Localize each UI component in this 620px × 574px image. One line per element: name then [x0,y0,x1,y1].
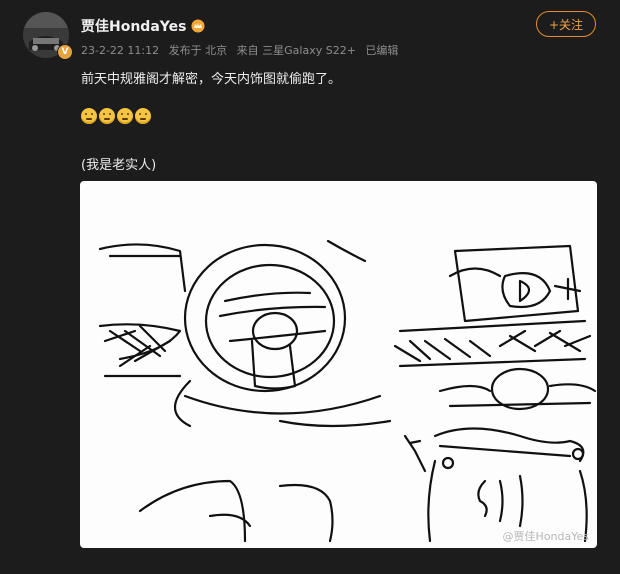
crown-icon [191,19,205,33]
verified-badge-icon: V [57,44,73,60]
post-location: 发布于 北京 [168,44,228,57]
doge-emoji-icon [81,108,97,124]
post-image[interactable]: @贾佳HondaYes [80,181,597,548]
post-text-line1: 前天中规雅阁才解密，今天内饰图就偷跑了。 [81,72,342,87]
post-source: 来自 三星Galaxy S22+ [236,44,356,57]
post-date[interactable]: 23-2-22 11:12 [81,44,159,57]
username-row: 贾佳HondaYes [81,16,205,36]
weibo-post: V 贾佳HondaYes 23-2-22 11:12 发布于 北京 来自 三星G… [0,0,620,574]
doge-emoji-icon [117,108,133,124]
post-meta: 23-2-22 11:12 发布于 北京 来自 三星Galaxy S22+ 已编… [81,42,404,58]
edited-label[interactable]: 已编辑 [365,44,398,57]
username[interactable]: 贾佳HondaYes [81,16,186,36]
doge-emoji-icon [135,108,151,124]
image-watermark: @贾佳HondaYes [502,530,589,543]
emoji-row [81,108,151,124]
follow-button[interactable]: +关注 [536,11,596,37]
post-text-line2: (我是老实人) [81,158,157,173]
interior-sketch-drawing [98,239,597,543]
doge-emoji-icon [99,108,115,124]
